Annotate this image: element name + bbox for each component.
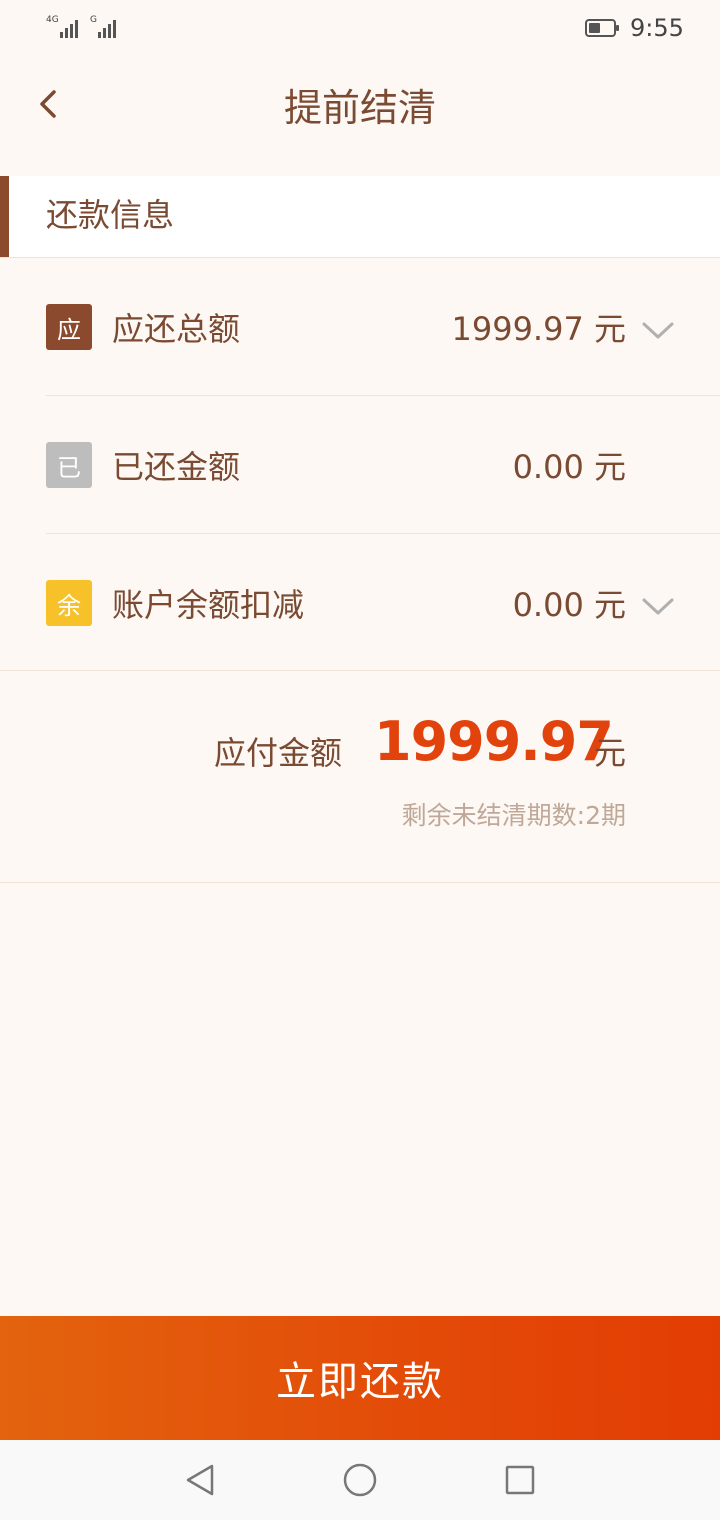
status-time: 9:55 [630, 14, 684, 42]
balance-deduction-label: 账户余额扣减 [112, 586, 305, 624]
chevron-left-icon [40, 90, 56, 118]
status-bar: 4G G 9:55 [0, 0, 720, 56]
home-circle-icon[interactable] [340, 1460, 380, 1500]
total-due-value: 1999.97 元 [451, 310, 626, 348]
balance-deduction-value: 0.00 元 [512, 586, 626, 624]
amount-payable-label: 应付金额 [214, 734, 343, 772]
battery-icon [585, 19, 619, 37]
amount-payable-unit: 元 [594, 734, 627, 772]
due-badge-icon: 应 [46, 304, 92, 350]
repaid-label: 已还金额 [112, 448, 241, 486]
system-nav-bar [0, 1440, 720, 1520]
repaid-value: 0.00 元 [512, 448, 626, 486]
repaid-row: 已 已还金额 0.00 元 [0, 396, 720, 534]
balance-deduction-row[interactable]: 余 账户余额扣减 0.00 元 [0, 534, 720, 672]
amount-payable-value: 1999.97 [374, 710, 614, 773]
remaining-periods-text: 剩余未结清期数:2期 [401, 801, 626, 830]
signal-icon: G [90, 16, 116, 38]
total-due-row[interactable]: 应 应还总额 1999.97 元 [0, 258, 720, 396]
pay-now-button[interactable]: 立即还款 [0, 1316, 720, 1440]
network-type-label: 4G [46, 15, 59, 25]
repayment-info-header: 还款信息 [0, 176, 720, 258]
back-triangle-icon[interactable] [180, 1460, 220, 1500]
total-due-label: 应还总额 [112, 310, 241, 348]
section-title: 还款信息 [46, 196, 175, 234]
section-accent-bar [0, 176, 9, 258]
divider [0, 670, 720, 671]
repaid-badge-icon: 已 [46, 442, 92, 488]
divider [0, 882, 720, 883]
recents-square-icon[interactable] [500, 1460, 540, 1500]
page-title: 提前结清 [283, 85, 436, 130]
signal-icon: 4G [46, 16, 78, 38]
network-type-label: G [90, 15, 97, 25]
back-button[interactable] [26, 82, 70, 126]
chevron-down-icon [642, 598, 674, 615]
chevron-down-icon [642, 322, 674, 339]
nav-header: 提前结清 [0, 56, 720, 152]
balance-badge-icon: 余 [46, 580, 92, 626]
